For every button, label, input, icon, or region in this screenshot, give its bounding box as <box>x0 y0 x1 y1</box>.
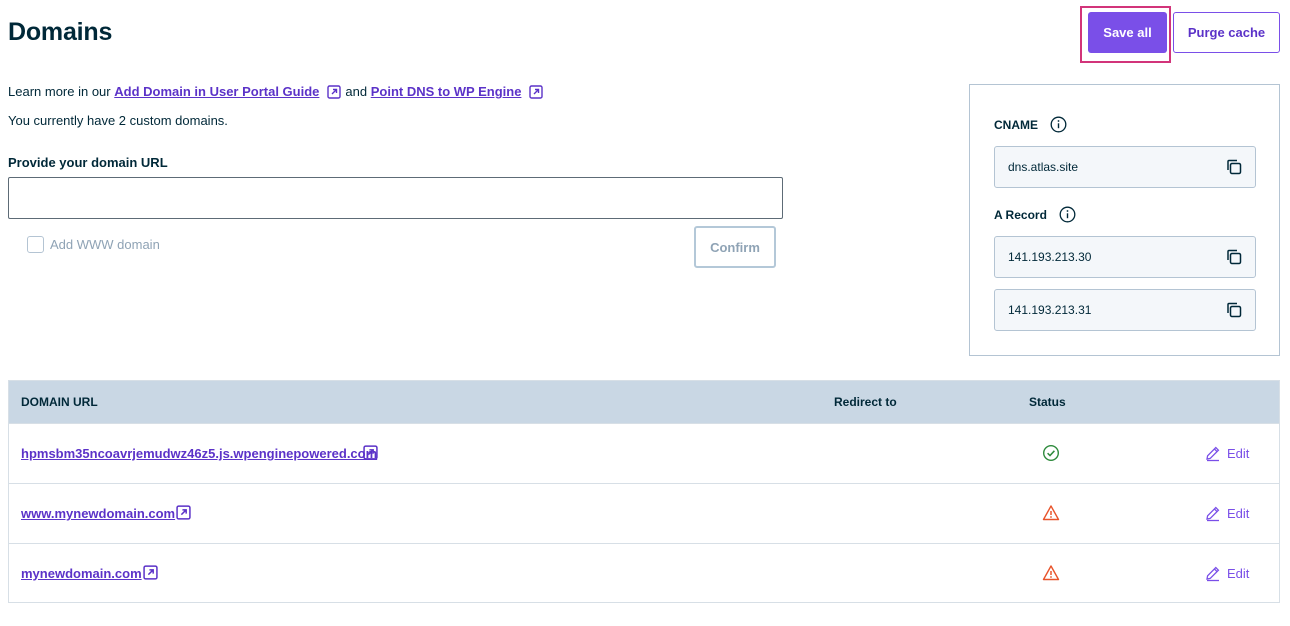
learn-more-text: Learn more in our Add Domain in User Por… <box>8 84 547 99</box>
pencil-icon <box>1204 564 1222 582</box>
table-row: www.mynewdomain.com Edit <box>9 483 1279 543</box>
table-row: mynewdomain.com Edit <box>9 543 1279 603</box>
save-all-button[interactable]: Save all <box>1088 12 1167 53</box>
edit-button[interactable]: Edit <box>1204 504 1249 522</box>
status-warning-icon <box>1042 504 1060 522</box>
a-record-value: 141.193.213.30 <box>1008 250 1092 264</box>
table-header: DOMAIN URL Redirect to Status <box>9 381 1279 423</box>
domain-link[interactable]: mynewdomain.com <box>21 566 142 581</box>
add-domain-guide-link[interactable]: Add Domain in User Portal Guide <box>114 84 319 99</box>
status-warning-icon <box>1042 564 1060 582</box>
domain-link[interactable]: www.mynewdomain.com <box>21 506 175 521</box>
confirm-button[interactable]: Confirm <box>694 226 776 268</box>
dns-records-panel: CNAME dns.atlas.site A Record 141.193.21… <box>969 84 1280 356</box>
copy-icon[interactable] <box>1225 158 1243 176</box>
column-header-redirect: Redirect to <box>834 395 897 409</box>
table-row: hpmsbm35ncoavrjemudwz46z5.js.wpenginepow… <box>9 423 1279 483</box>
cname-field: dns.atlas.site <box>994 146 1256 188</box>
domain-link[interactable]: hpmsbm35ncoavrjemudwz46z5.js.wpenginepow… <box>21 446 377 461</box>
point-dns-link[interactable]: Point DNS to WP Engine <box>371 84 522 99</box>
edit-button[interactable]: Edit <box>1204 564 1249 582</box>
column-header-domain: DOMAIN URL <box>21 395 98 409</box>
external-link-icon[interactable] <box>529 84 544 99</box>
edit-label: Edit <box>1227 505 1250 521</box>
edit-button[interactable]: Edit <box>1204 444 1249 462</box>
cname-value: dns.atlas.site <box>1008 160 1079 174</box>
copy-icon[interactable] <box>1225 248 1243 266</box>
add-www-label: Add WWW domain <box>50 237 160 252</box>
a-record-field: 141.193.213.31 <box>994 289 1256 331</box>
edit-label: Edit <box>1227 445 1250 461</box>
learn-more-prefix: Learn more in our <box>8 84 111 99</box>
domain-url-label: Provide your domain URL <box>8 155 168 170</box>
info-icon[interactable] <box>1059 206 1076 223</box>
column-header-status: Status <box>1029 395 1066 409</box>
a-record-label-row: A Record <box>994 206 1076 223</box>
external-link-icon[interactable] <box>327 84 342 99</box>
purge-cache-button[interactable]: Purge cache <box>1173 12 1280 53</box>
add-www-checkbox[interactable] <box>27 236 44 253</box>
page-title: Domains <box>8 18 113 46</box>
pencil-icon <box>1204 504 1222 522</box>
domain-count-text: You currently have 2 custom domains. <box>8 113 228 128</box>
external-link-icon[interactable] <box>363 445 378 460</box>
learn-more-joiner: and <box>345 84 368 99</box>
info-icon[interactable] <box>1050 116 1067 133</box>
cname-label-row: CNAME <box>994 116 1067 133</box>
status-ok-icon <box>1042 444 1060 462</box>
a-record-field: 141.193.213.30 <box>994 236 1256 278</box>
a-record-value: 141.193.213.31 <box>1008 303 1092 317</box>
cname-label: CNAME <box>994 117 1038 132</box>
pencil-icon <box>1204 444 1222 462</box>
external-link-icon[interactable] <box>176 505 191 520</box>
external-link-icon[interactable] <box>143 565 158 580</box>
edit-label: Edit <box>1227 565 1250 581</box>
domains-table: DOMAIN URL Redirect to Status hpmsbm35nc… <box>8 380 1280 603</box>
add-www-option[interactable]: Add WWW domain <box>27 236 160 253</box>
a-record-label: A Record <box>994 207 1047 222</box>
domain-url-input[interactable] <box>8 177 783 219</box>
copy-icon[interactable] <box>1225 301 1243 319</box>
